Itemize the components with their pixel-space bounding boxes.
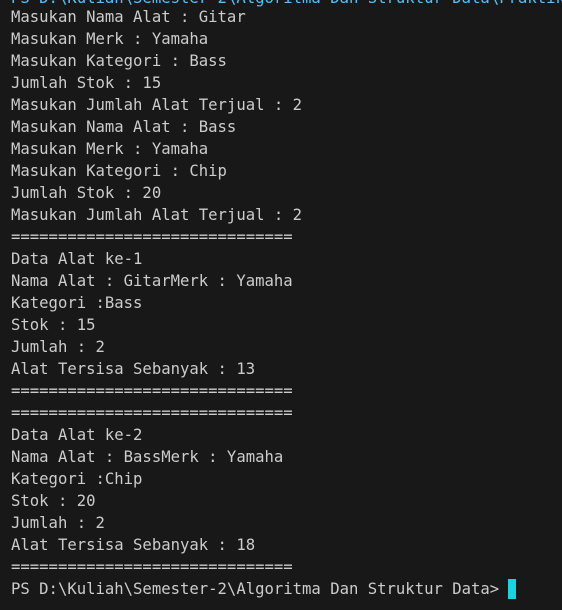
separator-line: ==============================: [11, 228, 293, 246]
output-line: Masukan Merk : Yamaha: [11, 140, 209, 158]
output-line: Nama Alat : GitarMerk : Yamaha: [11, 272, 293, 290]
output-line: Nama Alat : BassMerk : Yamaha: [11, 448, 284, 466]
output-line: Masukan Nama Alat : Bass: [11, 118, 237, 136]
output-line: Masukan Jumlah Alat Terjual : 2: [11, 206, 303, 224]
prompt-line[interactable]: PS D:\Kuliah\Semester-2\Algoritma Dan St…: [11, 578, 562, 600]
output-line: Masukan Merk : Yamaha: [11, 30, 209, 48]
output-line: Data Alat ke-1: [11, 250, 143, 268]
separator-line: ==============================: [11, 382, 293, 400]
output-line: Kategori :Chip: [11, 470, 143, 488]
output-line: Stok : 20: [11, 492, 96, 510]
output-line: Jumlah Stok : 20: [11, 184, 162, 202]
output-line: Stok : 15: [11, 316, 96, 334]
output-line: Masukan Kategori : Bass: [11, 52, 227, 70]
output-line: Masukan Nama Alat : Gitar: [11, 8, 246, 26]
separator-line: ==============================: [11, 558, 293, 576]
output-line: Jumlah : 2: [11, 338, 105, 356]
output-line: Alat Tersisa Sebanyak : 18: [11, 536, 256, 554]
text-cursor: [508, 579, 517, 599]
separator-line: ==============================: [11, 404, 293, 422]
output-line: Data Alat ke-2: [11, 426, 143, 444]
output-line: Masukan Kategori : Chip: [11, 162, 227, 180]
terminal-output: Masukan Nama Alat : Gitar Masukan Merk :…: [11, 6, 562, 600]
output-line: Kategori :Bass: [11, 294, 143, 312]
terminal-panel[interactable]: PS D:\Kuliah\Semester-2\Algoritma Dan St…: [0, 0, 562, 610]
output-line: Masukan Jumlah Alat Terjual : 2: [11, 96, 303, 114]
output-line: Jumlah Stok : 15: [11, 74, 162, 92]
shell-prompt: PS D:\Kuliah\Semester-2\Algoritma Dan St…: [11, 580, 500, 598]
output-line: Alat Tersisa Sebanyak : 13: [11, 360, 256, 378]
output-line: Jumlah : 2: [11, 514, 105, 532]
